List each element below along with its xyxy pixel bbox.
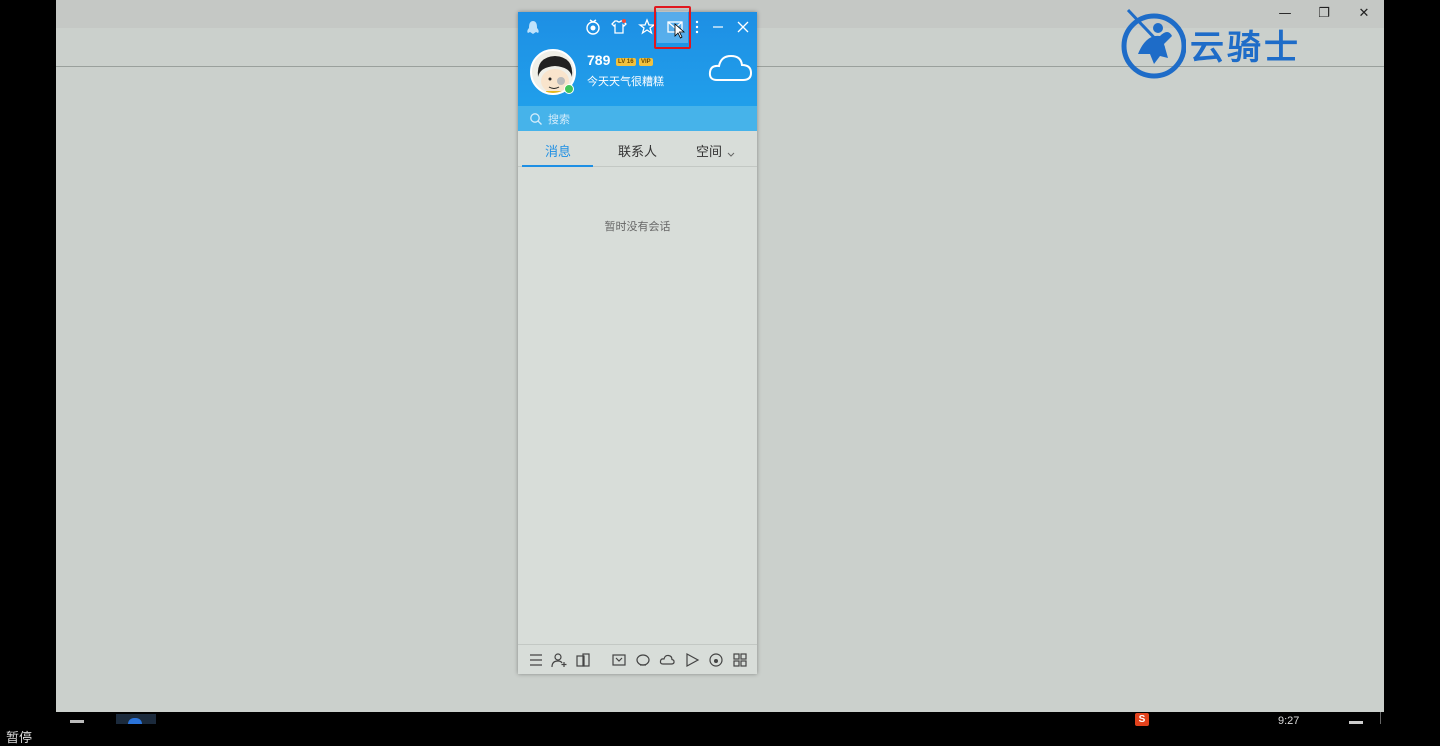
weather-cloud-icon[interactable]: [707, 52, 753, 84]
minimize-icon[interactable]: [709, 18, 727, 36]
signature[interactable]: 今天天气很糟糕: [587, 73, 664, 89]
app-grid-icon[interactable]: [732, 652, 748, 668]
mouse-cursor-icon: [674, 23, 686, 39]
apps-icon[interactable]: [575, 652, 591, 668]
knight-logo-icon: [1121, 8, 1187, 79]
cloud-app-icon[interactable]: [659, 652, 675, 668]
penguin-app-icon[interactable]: [635, 652, 651, 668]
brand-logo-text: 云骑士: [1190, 28, 1301, 68]
video-icon[interactable]: [684, 652, 700, 668]
empty-conversations-text: 暂时没有会话: [604, 220, 671, 233]
qq-taskbar-icon[interactable]: [128, 718, 142, 724]
qq-header: 789 LV 16 VIP 今天天气很糟糕 搜索: [518, 12, 757, 131]
qq-bottom-toolbar: [518, 644, 757, 674]
qq-tabs: 消息 联系人 空间: [518, 131, 757, 167]
menu-icon[interactable]: [528, 652, 544, 668]
level-badge: LV 16: [616, 58, 636, 66]
brand-logo: 云骑士: [1120, 6, 1350, 80]
search-input[interactable]: 搜索: [548, 111, 570, 127]
tab-qzone[interactable]: 空间: [696, 141, 722, 160]
ime-sogou-icon[interactable]: S: [1135, 713, 1149, 726]
nickname: 789: [587, 52, 611, 68]
search-bar[interactable]: 搜索: [518, 106, 757, 131]
tab-messages[interactable]: 消息: [545, 141, 571, 160]
tshirt-skin-icon[interactable]: [610, 18, 628, 36]
clock[interactable]: 9:27: [1278, 715, 1299, 727]
qq-penguin-icon[interactable]: [524, 19, 542, 37]
active-tab-indicator: [522, 165, 593, 167]
notification-icon[interactable]: [1349, 721, 1363, 724]
show-desktop-divider[interactable]: [1380, 712, 1381, 724]
taskbar: [0, 712, 1440, 746]
pause-label[interactable]: 暂停: [6, 727, 32, 746]
window-close-button[interactable]: ✕: [1349, 4, 1379, 24]
search-icon: [529, 111, 543, 125]
online-status-icon: [564, 84, 574, 94]
start-icon[interactable]: [70, 720, 84, 723]
close-icon[interactable]: [734, 18, 752, 36]
medal-icon[interactable]: [584, 18, 602, 36]
vip-badge: VIP: [639, 58, 653, 66]
music-icon[interactable]: [708, 652, 724, 668]
add-friend-icon[interactable]: [551, 652, 567, 668]
chevron-down-icon[interactable]: [726, 145, 736, 157]
tab-contacts[interactable]: 联系人: [618, 141, 657, 160]
game-icon[interactable]: [611, 652, 627, 668]
qq-main-window: 789 LV 16 VIP 今天天气很糟糕 搜索 消息 联系人 空间 暂时没有会…: [518, 12, 757, 674]
